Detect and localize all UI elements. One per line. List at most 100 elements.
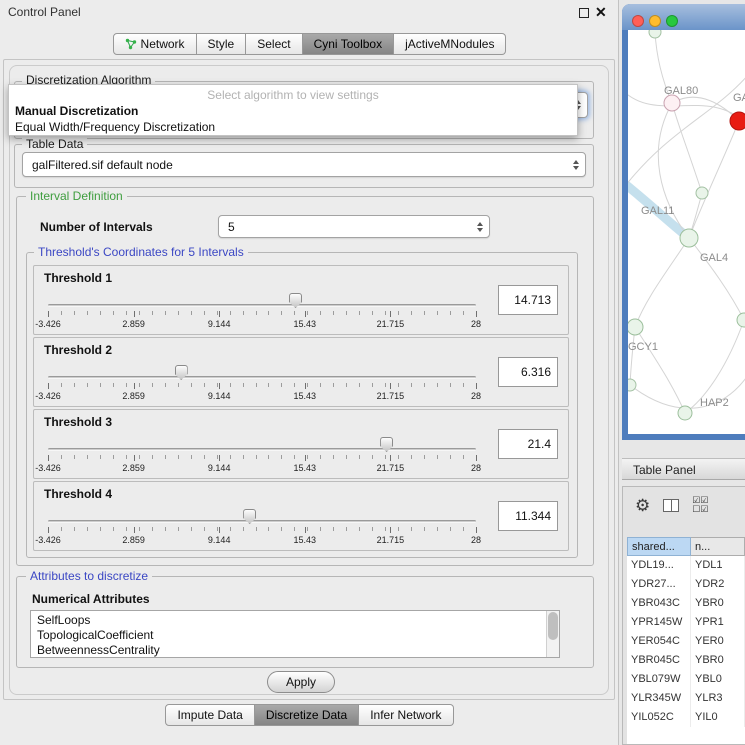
tick-mark (463, 455, 464, 459)
tick-mark (126, 527, 127, 531)
cell-name[interactable]: YER0 (691, 632, 745, 651)
tick-mark (385, 311, 386, 315)
table-row[interactable]: YDL19...YDL1 (627, 556, 745, 575)
table-row[interactable]: YBL079WYBL0 (627, 670, 745, 689)
table-data-combo[interactable]: galFiltered.sif default node (22, 152, 586, 177)
major-tick-mark (476, 311, 477, 317)
tab-impute-data[interactable]: Impute Data (165, 704, 254, 726)
table-row[interactable]: YDR27...YDR2 (627, 575, 745, 594)
tick-mark (294, 455, 295, 459)
slider-track[interactable] (48, 304, 476, 307)
column-header[interactable]: shared... (627, 537, 691, 556)
tick-mark (243, 527, 244, 531)
major-tick-mark (134, 455, 135, 461)
cell-name[interactable]: YDR2 (691, 575, 745, 594)
cell-name[interactable]: YPR1 (691, 613, 745, 632)
threshold-value-field[interactable]: 21.4 (498, 429, 558, 459)
scale-label: 21.715 (377, 463, 405, 473)
scale-label: 28 (471, 535, 481, 545)
tick-mark (152, 527, 153, 531)
cell-name[interactable]: YBR0 (691, 651, 745, 670)
network-node[interactable] (730, 112, 745, 130)
tick-mark (113, 455, 114, 459)
cell-shared-name[interactable]: YDR27... (627, 575, 691, 594)
threshold-value-field[interactable]: 6.316 (498, 357, 558, 387)
threshold-slider[interactable]: -3.4262.8599.14415.4321.71528 (48, 266, 476, 334)
cell-name[interactable]: YLR3 (691, 689, 745, 708)
list-item[interactable]: TopologicalCoefficient (37, 628, 545, 643)
list-item[interactable]: SelfLoops (37, 613, 545, 628)
tab-jactivemnodules[interactable]: jActiveMNodules (394, 33, 506, 55)
network-node[interactable] (680, 229, 698, 247)
cell-shared-name[interactable]: YBR043C (627, 594, 691, 613)
tab-infer-network[interactable]: Infer Network (359, 704, 453, 726)
cell-name[interactable]: YBL0 (691, 670, 745, 689)
network-window-titlebar[interactable] (622, 4, 745, 30)
scrollbar-thumb[interactable] (548, 612, 558, 640)
cell-name[interactable]: YDL1 (691, 556, 745, 575)
threshold-slider[interactable]: -3.4262.8599.14415.4321.71528 (48, 482, 476, 550)
slider-track[interactable] (48, 448, 476, 451)
minimize-traffic-light-icon[interactable] (649, 15, 661, 27)
tab-network[interactable]: Network (113, 33, 197, 55)
threshold-value-field[interactable]: 11.344 (498, 501, 558, 531)
network-node[interactable] (628, 319, 643, 335)
network-canvas[interactable]: GAL80GAGAL11GAL4GCY1HAP2 (628, 30, 745, 434)
network-node[interactable] (678, 406, 692, 420)
tick-mark (294, 311, 295, 315)
table-row[interactable]: YBR045CYBR0 (627, 651, 745, 670)
tick-mark (178, 383, 179, 387)
slider-track[interactable] (48, 376, 476, 379)
tab-cyni-toolbox[interactable]: Cyni Toolbox (303, 33, 394, 55)
threshold-slider[interactable]: -3.4262.8599.14415.4321.71528 (48, 410, 476, 478)
network-node[interactable] (628, 379, 636, 391)
list-item[interactable]: BetweennessCentrality (37, 643, 545, 658)
table-row[interactable]: YER054CYER0 (627, 632, 745, 651)
tick-mark (398, 455, 399, 459)
tab-style[interactable]: Style (197, 33, 247, 55)
cell-shared-name[interactable]: YER054C (627, 632, 691, 651)
tick-mark (346, 455, 347, 459)
close-window-icon[interactable]: ✕ (595, 3, 607, 21)
table-row[interactable]: YIL052CYIL0 (627, 708, 745, 727)
dropdown-option[interactable]: Manual Discretization (9, 103, 577, 119)
network-node[interactable] (737, 313, 745, 327)
network-edge (689, 121, 739, 238)
network-node[interactable] (696, 187, 708, 199)
table-row[interactable]: YLR345WYLR3 (627, 689, 745, 708)
numerical-attributes-list[interactable]: SelfLoopsTopologicalCoefficientBetweenne… (30, 610, 560, 658)
tick-mark (450, 383, 451, 387)
selection-grid-icon[interactable]: ☑☑ ☐☑ (692, 496, 708, 514)
table-row[interactable]: YPR145WYPR1 (627, 613, 745, 632)
tab-discretize-data[interactable]: Discretize Data (255, 704, 359, 726)
cell-shared-name[interactable]: YBR045C (627, 651, 691, 670)
cell-shared-name[interactable]: YIL052C (627, 708, 691, 727)
number-of-intervals-combo[interactable]: 5 (218, 215, 490, 238)
cell-shared-name[interactable]: YBL079W (627, 670, 691, 689)
apply-button[interactable]: Apply (267, 671, 335, 693)
cell-name[interactable]: YBR0 (691, 594, 745, 613)
threshold-value-field[interactable]: 14.713 (498, 285, 558, 315)
columns-icon[interactable] (663, 499, 679, 512)
list-scrollbar[interactable] (546, 611, 559, 657)
zoom-traffic-light-icon[interactable] (666, 15, 678, 27)
dropdown-option[interactable]: Equal Width/Frequency Discretization (9, 119, 577, 135)
gear-icon[interactable]: ⚙ (635, 497, 650, 514)
table-data-combo-value: galFiltered.sif default node (32, 153, 173, 176)
column-header[interactable]: n... (691, 537, 745, 556)
scale-label: 15.43 (294, 319, 317, 329)
table-row[interactable]: YBR043CYBR0 (627, 594, 745, 613)
tick-mark (100, 311, 101, 315)
close-traffic-light-icon[interactable] (632, 15, 644, 27)
cell-shared-name[interactable]: YLR345W (627, 689, 691, 708)
cell-shared-name[interactable]: YDL19... (627, 556, 691, 575)
float-window-icon[interactable] (579, 8, 589, 18)
tab-select[interactable]: Select (246, 33, 302, 55)
slider-track[interactable] (48, 520, 476, 523)
network-node[interactable] (649, 30, 661, 38)
tick-mark (152, 311, 153, 315)
threshold-slider[interactable]: -3.4262.8599.14415.4321.71528 (48, 338, 476, 406)
cell-name[interactable]: YIL0 (691, 708, 745, 727)
network-node[interactable] (664, 95, 680, 111)
cell-shared-name[interactable]: YPR145W (627, 613, 691, 632)
